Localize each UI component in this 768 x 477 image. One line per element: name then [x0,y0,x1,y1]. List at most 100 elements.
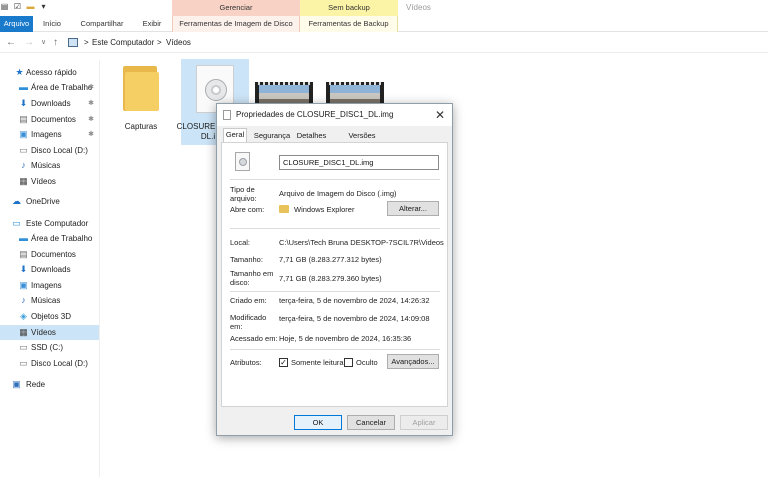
attributes-label: Atributos: [230,358,262,367]
folder-capturas[interactable]: Capturas [101,54,181,149]
general-tab-panel: CLOSURE_DISC1_DL.img Tipo de arquivo: Ar… [221,142,448,407]
sidebar-item-label: Disco Local (D:) [31,359,88,368]
sidebar-item-label: Este Computador [26,219,89,228]
navigation-pane: ★ Acesso rápido ▬ Área de Trabalho ✱ ⬇ D… [0,60,100,477]
sidebar-item-disco-local-d[interactable]: ▭ Disco Local (D:) [0,143,99,158]
properties-icon[interactable]: ▤ [0,2,9,12]
pin-icon: ✱ [88,131,94,138]
computer-icon: ▭ [12,218,21,228]
divider [230,179,440,180]
tab-exibir[interactable]: Exibir [138,16,166,32]
readonly-checkbox[interactable]: ✓ [279,358,288,367]
sidebar-item-ssd-c[interactable]: ▭ SSD (C:) [0,340,99,355]
cancel-button[interactable]: Cancelar [347,415,395,430]
size-label: Tamanho: [230,255,263,264]
modified-value: terça-feira, 5 de novembro de 2024, 14:0… [279,314,430,323]
back-arrow-icon[interactable]: ← [6,37,16,49]
accessed-value: Hoje, 5 de novembro de 2024, 16:35:36 [279,334,412,343]
sidebar-item-imagens[interactable]: ▣ Imagens ✱ [0,127,99,142]
network-icon: ▣ [12,379,21,389]
sidebar-item-musicas-pc[interactable]: ♪ Músicas [0,293,99,308]
sidebar-item-downloads[interactable]: ⬇ Downloads ✱ [0,96,99,111]
tab-detalhes[interactable]: Detalhes [295,130,328,142]
tab-ferramentas-imagem-disco[interactable]: Ferramentas de Imagem de Disco [172,16,300,32]
tab-geral[interactable]: Geral [223,128,247,142]
sidebar-item-onedrive[interactable]: ☁ OneDrive [0,194,99,209]
new-folder-icon[interactable]: ▬ [26,2,35,12]
size-value: 7,71 GB (8.283.277.312 bytes) [279,255,382,264]
music-icon: ♪ [21,160,26,170]
ok-button[interactable]: OK [294,415,342,430]
sidebar-item-label: Documentos [31,115,76,124]
dialog-title-bar[interactable]: Propriedades de CLOSURE_DISC1_DL.img ✕ [217,104,452,126]
breadcrumb-separator[interactable]: > [157,38,162,47]
created-label: Criado em: [230,296,267,305]
sidebar-item-videos-pc[interactable]: ▦ Vídeos [0,325,99,340]
sidebar-item-este-computador[interactable]: ▭ Este Computador [0,216,99,231]
advanced-button[interactable]: Avançados... [387,354,439,369]
size-on-disk-label: Tamanho em disco: [230,269,274,287]
tab-arquivo[interactable]: Arquivo [0,16,33,32]
sidebar-item-musicas[interactable]: ♪ Músicas [0,158,99,173]
forward-arrow-icon[interactable]: → [24,37,34,49]
up-arrow-icon[interactable]: ↑ [53,37,58,49]
folder-icon [123,66,159,111]
pictures-icon: ▣ [19,280,28,290]
windows-explorer-icon [279,205,289,213]
sidebar-item-disco-local-d-pc[interactable]: ▭ Disco Local (D:) [0,356,99,371]
tab-seguranca[interactable]: Segurança [252,130,292,142]
change-button[interactable]: Alterar... [387,201,439,216]
disc-image-file-icon [235,152,250,171]
breadcrumb-separator[interactable]: > [84,38,89,47]
hidden-checkbox[interactable] [344,358,353,367]
breadcrumb-este-computador[interactable]: Este Computador [92,38,154,47]
sidebar-item-label: Objetos 3D [31,312,72,321]
download-icon: ⬇ [19,264,28,274]
sidebar-item-videos[interactable]: ▦ Vídeos [0,174,99,189]
sidebar-item-documentos-pc[interactable]: ▤ Documentos [0,247,99,262]
sidebar-item-acesso-rapido[interactable]: ★ Acesso rápido [0,65,99,80]
hidden-label[interactable]: Oculto [356,358,378,367]
tab-versoes-anteriores[interactable]: Versões Anteriores [331,130,393,152]
type-value: Arquivo de Imagem do Disco (.img) [279,189,397,198]
type-label: Tipo de arquivo: [230,185,257,203]
file-name-field[interactable]: CLOSURE_DISC1_DL.img [279,155,439,170]
drive-icon: ▭ [19,145,28,155]
file-label: CLOSURE [176,122,216,131]
tab-inicio[interactable]: Início [37,16,67,32]
sidebar-item-label: Rede [26,380,46,389]
quick-access-toolbar: ▤ ☑ ▬ ▾ [0,2,48,12]
computer-icon [68,38,78,47]
customize-toolbar-icon[interactable]: ▾ [39,2,48,12]
checkmark-icon[interactable]: ☑ [13,2,22,12]
tab-ferramentas-backup[interactable]: Ferramentas de Backup [300,16,398,32]
sidebar-item-label: Downloads [31,265,71,274]
sidebar-item-label: Músicas [31,296,61,305]
tab-compartilhar[interactable]: Compartilhar [76,16,128,32]
breadcrumb-videos[interactable]: Vídeos [166,38,191,47]
pictures-icon: ▣ [19,129,28,139]
sidebar-item-rede[interactable]: ▣ Rede [0,377,99,392]
close-icon[interactable]: ✕ [432,107,448,123]
sidebar-item-label: Área de Trabalho [31,83,93,92]
file-label: Capturas [124,122,158,131]
pin-icon: ✱ [88,100,94,107]
properties-dialog: Propriedades de CLOSURE_DISC1_DL.img ✕ G… [216,103,453,436]
drive-icon: ▭ [19,358,28,368]
sidebar-item-downloads-pc[interactable]: ⬇ Downloads [0,262,99,277]
sidebar-item-label: SSD (C:) [31,343,63,352]
sidebar-item-area-de-trabalho[interactable]: ▬ Área de Trabalho ✱ [0,80,99,95]
sidebar-item-documentos[interactable]: ▤ Documentos ✱ [0,112,99,127]
sidebar-item-label: Acesso rápido [26,68,77,77]
desktop-icon: ▬ [19,233,28,243]
sidebar-item-area-de-trabalho-pc[interactable]: ▬ Área de Trabalho [0,231,99,246]
sidebar-item-objetos-3d[interactable]: ◈ Objetos 3D [0,309,99,324]
sidebar-item-imagens-pc[interactable]: ▣ Imagens [0,278,99,293]
readonly-label[interactable]: Somente leitura [291,358,344,367]
file-icon [223,110,231,120]
dialog-title: Propriedades de CLOSURE_DISC1_DL.img [236,110,394,119]
title-bar: ▤ ☑ ▬ ▾ Gerenciar Sem backup Vídeos [0,0,768,16]
apply-button[interactable]: Aplicar [400,415,448,430]
opens-with-label: Abre com: [230,205,265,214]
recent-locations-chevron-icon[interactable]: ∨ [41,37,46,49]
